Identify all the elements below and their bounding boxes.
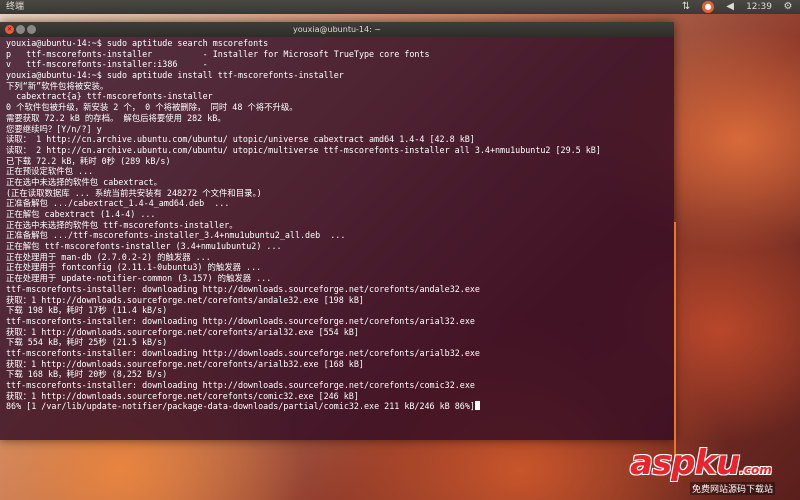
terminal-line: 正在解包 cabextract (1.4-4) ... [6, 209, 156, 219]
terminal-line: v ttf-mscorefonts-installer:i386 - [6, 59, 208, 70]
site-watermark: aspku.com 免费网站源码下载站 [630, 446, 800, 500]
terminal-line: ttf-mscorefonts-installer: downloading h… [6, 283, 480, 294]
terminal-line: 正在选中未选择的软件包 ttf-mscorefonts-installer。 [6, 219, 238, 230]
clock[interactable]: 12:39 [746, 0, 772, 14]
terminal-window[interactable]: × youxia@ubuntu-14: ~ youxia@ubuntu-14:~… [0, 22, 676, 458]
scroll-indicator[interactable] [674, 222, 676, 458]
terminal-line: (正在读取数据库 ... 系统当前共安装有 248272 个文件和目录。) [6, 187, 262, 198]
terminal-line: 获取：1 http://downloads.sourceforge.net/co… [6, 326, 359, 337]
terminal-line: ttf-mscorefonts-installer: downloading h… [6, 380, 475, 390]
volume-icon[interactable]: ◀ [724, 1, 736, 13]
terminal-line: 获取：1 http://downloads.sourceforge.net/co… [6, 390, 359, 401]
status-icon[interactable]: ● [702, 1, 715, 13]
terminal-line: 已下载 72.2 kB，耗时 0秒 (289 kB/s) [6, 155, 171, 166]
terminal-output[interactable]: youxia@ubuntu-14:~$ sudo aptitude search… [0, 37, 674, 440]
terminal-line: cabextract{a} ttf-mscorefonts-installer [6, 91, 213, 102]
terminal-line: 正准备解包 .../ttf-mscorefonts-installer_3.4+… [6, 230, 346, 241]
terminal-line: 下列“新”软件包将被安装。 [6, 80, 109, 91]
top-panel: 终端 ⇅ ● ◀ 12:39 ⚙ [0, 0, 800, 14]
terminal-line: 读取： 1 http://cn.archive.ubuntu.com/ubunt… [6, 134, 475, 145]
terminal-line: ttf-mscorefonts-installer: downloading h… [6, 315, 475, 326]
terminal-line: 获取：1 http://downloads.sourceforge.net/co… [6, 294, 364, 305]
app-menu-title[interactable]: 终端 [6, 0, 24, 14]
watermark-logo: aspku [630, 443, 740, 483]
terminal-line: 下载 554 kB，耗时 25秒 (21.5 kB/s) [6, 337, 168, 348]
terminal-line: 正在解包 ttf-mscorefonts-installer (3.4+nmu1… [6, 241, 282, 252]
terminal-line: 获取：1 http://downloads.sourceforge.net/co… [6, 358, 364, 369]
arrows-updown-icon[interactable]: ⇅ [680, 1, 692, 13]
terminal-line: 正在处理用于 man-db (2.7.0.2-2) 的触发器 ... [6, 251, 211, 262]
progress-line: 86% [1 /var/lib/update-notifier/package-… [6, 401, 475, 412]
terminal-line: 0 个软件包被升级，新安装 2 个， 0 个将被删除， 同时 48 个将不升级。 [6, 102, 298, 113]
terminal-line: 需要获取 72.2 kB 的存档。 解包后将要使用 282 kB。 [6, 112, 226, 123]
terminal-line: 正在处理用于 update-notifier-common (3.157) 的触… [6, 273, 272, 284]
terminal-line: 正准备解包 .../cabextract_1.4-4_amd64.deb ... [6, 198, 230, 209]
gear-icon[interactable]: ⚙ [782, 1, 794, 13]
window-titlebar[interactable]: × youxia@ubuntu-14: ~ [0, 22, 674, 37]
indicator-area: ⇅ ● ◀ 12:39 ⚙ [680, 0, 794, 14]
terminal-line: 正在选中未选择的软件包 cabextract。 [6, 176, 162, 187]
terminal-line: 读取： 2 http://cn.archive.ubuntu.com/ubunt… [6, 144, 601, 155]
terminal-line: 您要继续吗？[Y/n/?] y [6, 123, 102, 134]
terminal-line: 正在预设定软件包 ... [6, 166, 94, 177]
terminal-line: p ttf-mscorefonts-installer - Installer … [6, 48, 430, 59]
watermark-suffix: .com [739, 463, 772, 477]
terminal-line: 下载 168 kB，耗时 20秒 (8,252 B/s) [6, 369, 168, 380]
watermark-subtext: 免费网站源码下载站 [690, 482, 776, 495]
terminal-line: 86% [1 /var/lib/update-notifier/package-… [6, 401, 668, 412]
terminal-line: youxia@ubuntu-14:~$ sudo aptitude search… [6, 38, 269, 48]
terminal-line: 正在处理用于 fontconfig (2.11.1-0ubuntu3) 的触发器… [6, 262, 262, 273]
terminal-line: youxia@ubuntu-14:~$ sudo aptitude instal… [6, 70, 344, 81]
terminal-line: 下载 198 kB，耗时 17秒 (11.4 kB/s) [6, 305, 168, 316]
window-title: youxia@ubuntu-14: ~ [292, 25, 382, 34]
terminal-line: ttf-mscorefonts-installer: downloading h… [6, 347, 480, 358]
text-cursor [474, 401, 480, 411]
